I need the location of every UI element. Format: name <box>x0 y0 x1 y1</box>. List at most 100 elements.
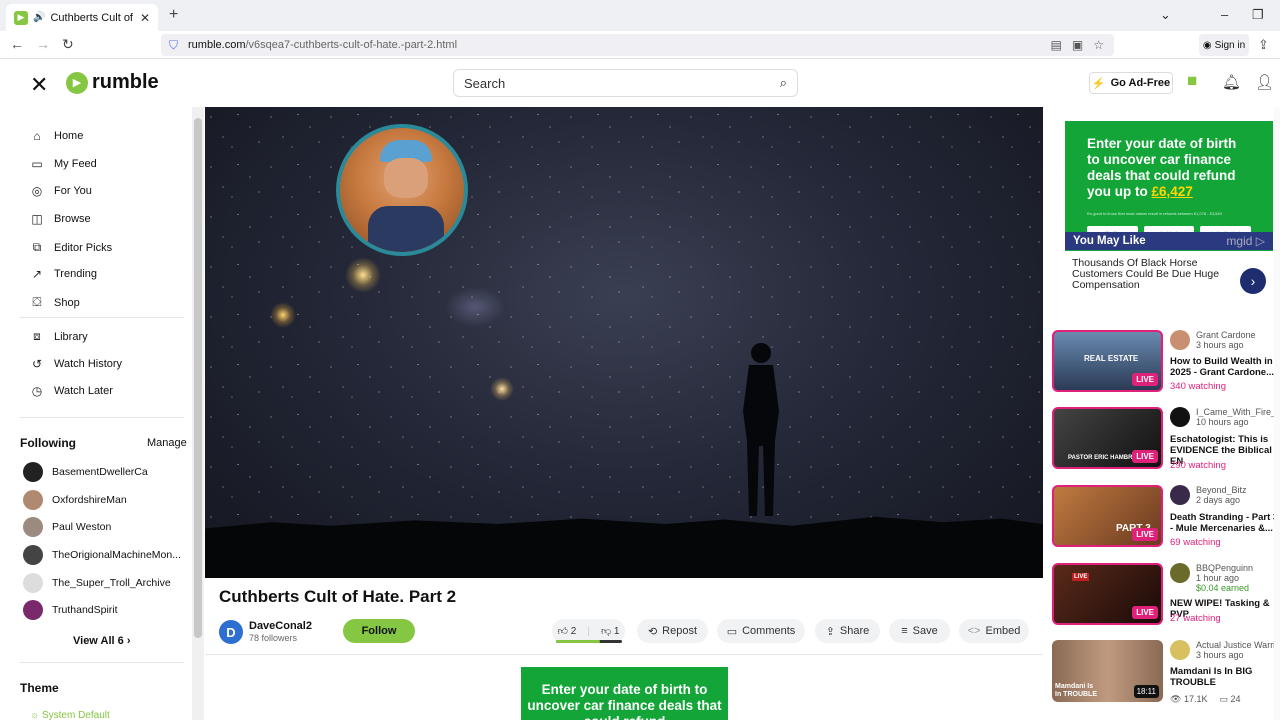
video-thumbnail[interactable]: LIVE LIVE <box>1052 563 1163 625</box>
mgid-logo[interactable]: mgid ▷ <box>1226 234 1265 248</box>
related-video-item[interactable]: REAL ESTATE LIVE Grant Cardone 3 hours a… <box>1052 330 1280 392</box>
subscription-item[interactable]: OxfordshireMan <box>23 490 127 510</box>
rumble-logo[interactable]: ▶ rumble <box>66 71 159 94</box>
like-button[interactable]: 👍︎ 2 <box>558 625 577 637</box>
video-star-cluster <box>445 287 505 327</box>
sun-icon: ☼ <box>30 710 42 720</box>
forward-icon[interactable]: → <box>36 36 50 52</box>
sidebar-item-shop[interactable]: ⛋ Shop <box>30 295 79 310</box>
live-badge: LIVE <box>1132 528 1158 541</box>
related-title[interactable]: Mamdani Is In BIG TROUBLE <box>1170 666 1280 688</box>
close-tab-icon[interactable]: ✕ <box>140 11 150 25</box>
page-scrollbar[interactable] <box>1274 107 1280 720</box>
reload-icon[interactable]: ↻ <box>62 36 74 53</box>
search-placeholder: Search <box>464 75 506 91</box>
manage-link[interactable]: Manage <box>147 437 187 449</box>
related-video-item[interactable]: Mamdani Is In TROUBLE 18:11 Actual Justi… <box>1052 640 1280 705</box>
follow-button[interactable]: Follow <box>343 619 415 643</box>
share-button[interactable]: ⇪ Share <box>815 619 880 643</box>
related-channel[interactable]: I_Came_With_Fire_Po <box>1196 407 1280 417</box>
new-tab-button[interactable]: + <box>169 6 178 24</box>
related-title[interactable]: Death Stranding - Part 3 - Mule Mercenar… <box>1170 512 1280 534</box>
avatar[interactable] <box>1170 407 1190 427</box>
url-path: /v6sqea7-cuthberts-cult-of-hate.-part-2.… <box>245 39 458 51</box>
sidebar-item-watch-later[interactable]: ◷ Watch Later <box>30 384 113 398</box>
repost-button[interactable]: ⟲ Repost <box>637 619 708 643</box>
sidebar-item-library[interactable]: ⧈ Library <box>30 329 88 344</box>
view-all-button[interactable]: View All 6 › <box>73 635 130 647</box>
channel-avatar[interactable]: D <box>219 620 243 644</box>
search-icon[interactable]: ⌕ <box>780 75 787 91</box>
sidebar-item-trending[interactable]: ↗ Trending <box>30 267 97 281</box>
avatar[interactable] <box>1170 330 1190 350</box>
avatar[interactable] <box>1170 640 1190 660</box>
bookmark-star-icon[interactable]: ☆ <box>1093 38 1104 52</box>
search-input[interactable]: Search ⌕ <box>453 69 798 97</box>
advertisement-banner-bottom[interactable]: Enter your date of birth to uncover car … <box>521 667 728 720</box>
minimize-button[interactable]: – <box>1221 7 1228 22</box>
picture-icon[interactable]: ▣ <box>1072 38 1083 52</box>
sidebar-scrollbar-thumb[interactable] <box>194 118 202 638</box>
sidebar-item-browse[interactable]: ◫ Browse <box>30 212 90 226</box>
watching-count: 69 watching <box>1170 537 1221 548</box>
video-thumbnail[interactable]: Mamdani Is In TROUBLE 18:11 <box>1052 640 1163 702</box>
video-player[interactable] <box>205 107 1043 578</box>
upload-camera-icon[interactable]: ■ <box>1187 71 1197 91</box>
related-channel[interactable]: BBQPenguinn <box>1196 563 1280 573</box>
tab-list-chevron-icon[interactable]: ⌄ <box>1160 7 1171 23</box>
user-icon[interactable]: 👤︎ <box>1255 73 1274 91</box>
url-field[interactable]: ⛉ rumble.com /v6sqea7-cuthberts-cult-of-… <box>161 34 1114 56</box>
related-stats: 👁︎ 17.1K ▭ 24 <box>1170 694 1241 705</box>
related-video-item[interactable]: PASTOR ERIC HAMBROOK LIVE I_Came_With_Fi… <box>1052 407 1280 471</box>
shield-icon[interactable]: ⛉ <box>169 38 178 53</box>
close-menu-icon[interactable]: ✕ <box>30 72 48 98</box>
bell-icon[interactable]: 🔔︎ <box>1222 73 1241 91</box>
avatar[interactable] <box>1170 563 1190 583</box>
dislike-count: 1 <box>613 626 620 637</box>
go-ad-free-button[interactable]: ⚡ Go Ad-Free <box>1089 72 1173 94</box>
sidebar-item-label: Home <box>54 130 84 142</box>
go-ad-free-label: Go Ad-Free <box>1110 77 1171 89</box>
speaker-icon[interactable]: 🔊 <box>33 12 45 23</box>
video-thumbnail[interactable]: PART 3 LIVE <box>1052 485 1163 547</box>
vote-ratio-bar <box>556 640 622 643</box>
embed-button[interactable]: <> Embed <box>959 619 1029 643</box>
subscription-item[interactable]: Paul Weston <box>23 517 111 537</box>
editor-picks-icon: ⧉ <box>32 240 42 254</box>
theme-option-system-default[interactable]: ☼ System Default <box>30 710 110 720</box>
sidebar-item-my-feed[interactable]: ▭ My Feed <box>30 157 96 171</box>
video-thumbnail[interactable]: REAL ESTATE LIVE <box>1052 330 1163 392</box>
vote-ratio-fill <box>556 640 601 643</box>
channel-name[interactable]: DaveConal2 <box>249 620 312 632</box>
subscription-item[interactable]: BasementDwellerCa <box>23 462 148 482</box>
back-icon[interactable]: ← <box>10 36 24 52</box>
eye-icon: 👁︎ <box>1170 694 1184 704</box>
related-video-item[interactable]: PART 3 LIVE Beyond_Bitz 2 days ago Death… <box>1052 485 1280 548</box>
subscription-item[interactable]: TruthandSpirit <box>23 600 118 620</box>
sidebar-item-home[interactable]: ⌂ Home <box>30 129 83 143</box>
reader-view-icon[interactable]: ▤ <box>1051 38 1062 52</box>
maximize-button[interactable]: ❐ <box>1252 7 1264 23</box>
dislike-button[interactable]: 👎︎ 1 <box>601 625 620 637</box>
sidebar-item-for-you[interactable]: ◎ For You <box>30 184 92 198</box>
related-title[interactable]: How to Build Wealth in 2025 - Grant Card… <box>1170 356 1280 378</box>
avatar[interactable] <box>1170 485 1190 505</box>
browser-sign-in-button[interactable]: ◉ Sign in <box>1199 34 1249 56</box>
comments-button[interactable]: ▭ Comments <box>717 619 805 643</box>
chevron-right-icon[interactable]: › <box>1240 268 1266 294</box>
subscription-item[interactable]: The_Super_Troll_Archive <box>23 573 171 593</box>
related-channel[interactable]: Beyond_Bitz <box>1196 485 1280 495</box>
related-channel[interactable]: Grant Cardone <box>1196 330 1280 340</box>
ad-fine-print: It's good to know that most claims resul… <box>1087 211 1222 216</box>
browser-tab[interactable]: ▶ 🔊 Cuthberts Cult of Hate. Part 2 ✕ <box>6 4 158 31</box>
extensions-icon[interactable]: ⇪ <box>1258 37 1269 53</box>
subscription-item[interactable]: TheOrigionalMachineMon... <box>23 545 181 565</box>
sponsored-link[interactable]: Thousands Of Black Horse Customers Could… <box>1072 258 1237 291</box>
sidebar-item-watch-history[interactable]: ↺ Watch History <box>30 357 122 371</box>
sidebar-item-label: Library <box>54 330 88 343</box>
video-thumbnail[interactable]: PASTOR ERIC HAMBROOK LIVE <box>1052 407 1163 469</box>
save-button[interactable]: ≡ Save <box>889 619 950 643</box>
sidebar-item-editor-picks[interactable]: ⧉ Editor Picks <box>30 240 112 255</box>
related-channel[interactable]: Actual Justice Warrior <box>1196 640 1280 650</box>
related-video-item[interactable]: LIVE LIVE BBQPenguinn 1 hour ago $0.04 e… <box>1052 563 1280 625</box>
